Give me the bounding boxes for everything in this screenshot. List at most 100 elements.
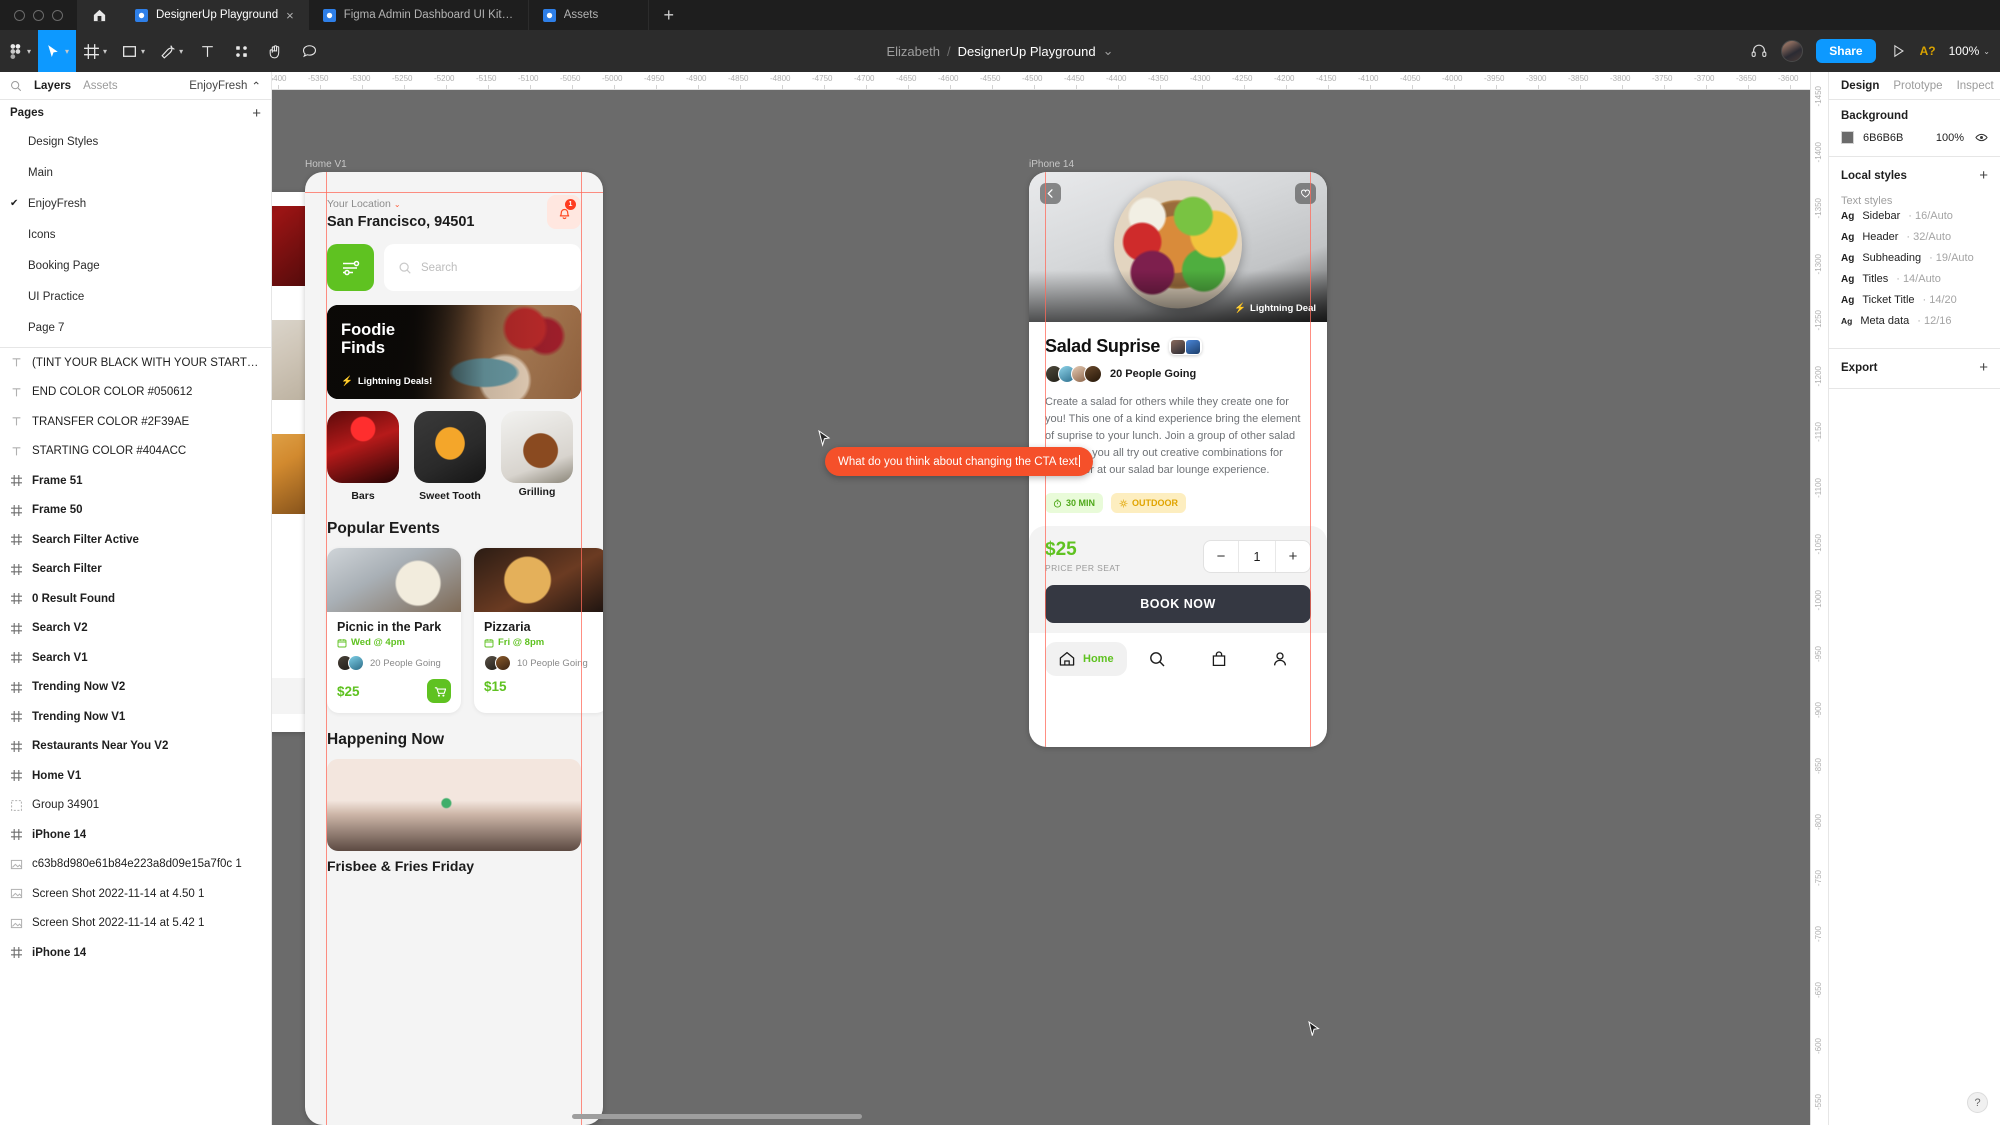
layer-item[interactable]: Search V1 xyxy=(0,643,271,673)
move-tool-button[interactable]: ▾ xyxy=(38,30,77,72)
add-page-button[interactable]: + xyxy=(252,105,261,122)
autofix-label[interactable]: A? xyxy=(1920,44,1936,58)
layer-item[interactable]: Search V2 xyxy=(0,614,271,644)
quantity-value[interactable]: 1 xyxy=(1238,541,1276,573)
event-card[interactable]: Pizzaria Fri @ 8pm 10 People Going $15 xyxy=(474,548,603,713)
background-opacity[interactable]: 100% xyxy=(1936,132,1964,144)
hand-tool-button[interactable] xyxy=(258,30,292,72)
quantity-stepper[interactable]: − 1 + xyxy=(1203,540,1311,574)
page-item-main[interactable]: Main xyxy=(0,157,271,188)
layer-item[interactable]: (TINT YOUR BLACK WITH YOUR STARTING COLO… xyxy=(0,348,271,378)
increment-button[interactable]: + xyxy=(1276,541,1310,572)
frame-home-v1[interactable]: Your Location ⌄ San Francisco, 94501 1 S… xyxy=(305,172,603,1125)
tab-assets[interactable]: Assets xyxy=(83,80,118,92)
add-style-button[interactable]: + xyxy=(1979,167,1988,184)
text-style-item[interactable]: Ag Meta data · 12/16 xyxy=(1841,315,1988,336)
maximize-window-dot[interactable] xyxy=(52,9,63,21)
layer-item[interactable]: Home V1 xyxy=(0,761,271,791)
add-to-cart-button[interactable] xyxy=(427,679,451,703)
background-fill-row[interactable]: 6B6B6B 100% xyxy=(1841,131,1988,144)
new-tab-button[interactable]: + xyxy=(649,0,689,30)
layer-item[interactable]: 0 Result Found xyxy=(0,584,271,614)
component-tool-button[interactable] xyxy=(224,30,258,72)
figma-home-button[interactable] xyxy=(77,0,121,30)
visibility-toggle[interactable] xyxy=(1975,131,1988,144)
event-card[interactable]: Picnic in the Park Wed @ 4pm 20 People G… xyxy=(327,548,461,713)
pen-tool-button[interactable]: ▾ xyxy=(152,30,190,72)
book-now-button[interactable]: BOOK NOW xyxy=(1045,585,1311,624)
layer-item[interactable]: Trending Now V1 xyxy=(0,702,271,732)
minimize-window-dot[interactable] xyxy=(33,9,44,21)
decrement-button[interactable]: − xyxy=(1204,541,1238,572)
category-item[interactable]: Bars xyxy=(327,411,399,502)
add-export-button[interactable]: + xyxy=(1979,359,1988,376)
layer-item[interactable]: Trending Now V2 xyxy=(0,673,271,703)
filter-button[interactable] xyxy=(327,244,374,291)
favorite-button[interactable] xyxy=(1295,183,1316,204)
avatar[interactable] xyxy=(1781,40,1804,62)
nav-item-search[interactable] xyxy=(1127,650,1188,668)
tab-assets[interactable]: Assets xyxy=(528,0,649,30)
layer-item[interactable]: STARTING COLOR #404ACC xyxy=(0,437,271,467)
team-name[interactable]: Elizabeth xyxy=(886,44,939,59)
share-button[interactable]: Share xyxy=(1816,39,1876,63)
chevron-down-icon[interactable]: ⌄ xyxy=(1103,43,1114,59)
help-button[interactable]: ? xyxy=(1967,1092,1988,1113)
window-controls[interactable] xyxy=(0,0,77,30)
category-item[interactable]: Grilling xyxy=(501,411,573,502)
happening-now-image[interactable] xyxy=(327,759,581,851)
tab-designerup-playground[interactable]: DesignerUp Playground × xyxy=(121,0,309,30)
tab-design[interactable]: Design xyxy=(1841,80,1879,92)
search-input[interactable]: Search xyxy=(384,244,581,291)
layer-item[interactable]: Frame 51 xyxy=(0,466,271,496)
current-page-selector[interactable]: EnjoyFresh ⌃ xyxy=(189,79,261,93)
frame-label-home-v1[interactable]: Home V1 xyxy=(305,159,347,170)
text-style-item[interactable]: Ag Header · 32/Auto xyxy=(1841,231,1988,252)
play-icon[interactable] xyxy=(1889,42,1907,60)
layer-item[interactable]: TRANSFER COLOR #2F39AE xyxy=(0,407,271,437)
page-item-design-styles[interactable]: Design Styles xyxy=(0,126,271,157)
comment-bubble[interactable]: What do you think about changing the CTA… xyxy=(825,447,1094,476)
layer-item[interactable]: Search Filter xyxy=(0,555,271,585)
text-style-item[interactable]: Ag Titles · 14/Auto xyxy=(1841,273,1988,294)
layer-item[interactable]: Group 34901 xyxy=(0,791,271,821)
promo-banner[interactable]: Foodie Finds ⚡ Lightning Deals! xyxy=(327,305,581,399)
design-canvas[interactable]: s ng hi Home V1 Your Location ⌄ San Fran… xyxy=(272,72,1828,1125)
frame-label-iphone-14[interactable]: iPhone 14 xyxy=(1029,159,1074,170)
location-selector[interactable]: Your Location ⌄ xyxy=(327,198,581,210)
layer-item[interactable]: Screen Shot 2022-11-14 at 4.50 1 xyxy=(0,879,271,909)
category-item[interactable]: Sweet Tooth xyxy=(414,411,486,502)
tab-inspect[interactable]: Inspect xyxy=(1957,80,1994,92)
layer-item[interactable]: iPhone 14 xyxy=(0,938,271,968)
zoom-control[interactable]: 100% ⌄ xyxy=(1949,44,1990,58)
text-style-item[interactable]: Ag Ticket Title · 14/20 xyxy=(1841,294,1988,315)
page-item-enjoyfresh[interactable]: ✔ EnjoyFresh xyxy=(0,188,271,219)
back-button[interactable] xyxy=(1040,183,1061,204)
text-style-item[interactable]: Ag Sidebar · 16/Auto xyxy=(1841,210,1988,231)
text-tool-button[interactable] xyxy=(190,30,224,72)
tab-layers[interactable]: Layers xyxy=(34,80,71,92)
nav-item-home[interactable]: Home xyxy=(1045,642,1127,677)
nav-item-profile[interactable] xyxy=(1250,650,1311,668)
layer-item[interactable]: Frame 50 xyxy=(0,496,271,526)
horizontal-scrollbar[interactable] xyxy=(572,1114,862,1119)
notifications-button[interactable]: 1 xyxy=(547,195,581,229)
background-hex[interactable]: 6B6B6B xyxy=(1863,132,1903,144)
headphones-icon[interactable] xyxy=(1750,42,1768,60)
tab-figma-admin-dashboard[interactable]: Figma Admin Dashboard UI Kit (Communi xyxy=(308,0,529,30)
search-icon[interactable] xyxy=(10,80,22,92)
tab-prototype[interactable]: Prototype xyxy=(1893,80,1942,92)
comment-tool-button[interactable] xyxy=(292,30,326,72)
page-item-ui-practice[interactable]: UI Practice xyxy=(0,281,271,312)
frame-tool-button[interactable]: ▾ xyxy=(76,30,114,72)
nav-item-bag[interactable] xyxy=(1188,650,1249,668)
layer-item[interactable]: Restaurants Near You V2 xyxy=(0,732,271,762)
color-swatch[interactable] xyxy=(1841,131,1854,144)
layer-item[interactable]: END COLOR COLOR #050612 xyxy=(0,378,271,408)
page-item-icons[interactable]: Icons xyxy=(0,219,271,250)
page-item-page-7[interactable]: Page 7 xyxy=(0,312,271,343)
close-window-dot[interactable] xyxy=(14,9,25,21)
layer-item[interactable]: Screen Shot 2022-11-14 at 5.42 1 xyxy=(0,909,271,939)
layer-item[interactable]: Search Filter Active xyxy=(0,525,271,555)
page-item-booking-page[interactable]: Booking Page xyxy=(0,250,271,281)
